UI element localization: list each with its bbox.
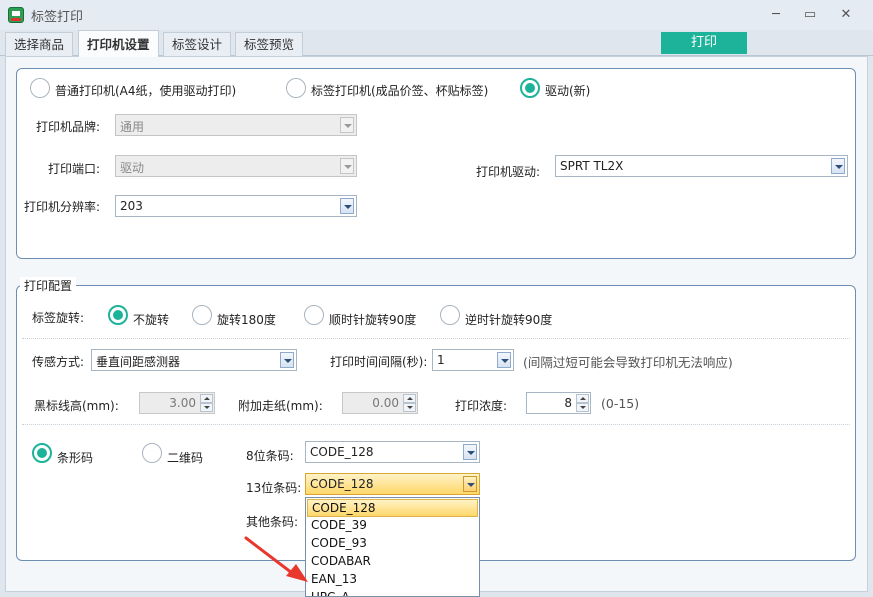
- printer-resolution-select[interactable]: 203: [115, 195, 357, 217]
- tab-label-design[interactable]: 标签设计: [163, 32, 232, 56]
- feed-value: 0.00: [372, 396, 399, 410]
- code13-label: 13位条码:: [246, 481, 302, 495]
- sensor-value: 垂直间距感测器: [96, 355, 181, 369]
- sensor-label: 传感方式:: [32, 355, 85, 369]
- sensor-select[interactable]: 垂直间距感测器: [91, 349, 297, 371]
- radio-driver-new[interactable]: [520, 78, 540, 98]
- chevron-down-icon: [497, 352, 511, 368]
- printer-brand-value: 通用: [120, 120, 145, 134]
- spin-down-icon[interactable]: [200, 403, 213, 412]
- print-config-legend: 打印配置: [20, 277, 77, 294]
- radio-rotate-cw90-label: 顺时针旋转90度: [329, 313, 417, 327]
- spin-up-icon[interactable]: [403, 394, 416, 403]
- radio-rotate-ccw90[interactable]: [440, 305, 460, 325]
- radio-rotate-180[interactable]: [192, 305, 212, 325]
- interval-value: 1: [437, 353, 445, 367]
- minimize-button[interactable]: ─: [764, 6, 788, 24]
- radio-driver-new-label: 驱动(新): [545, 84, 591, 98]
- spin-down-icon[interactable]: [576, 403, 589, 412]
- code13-value: CODE_128: [310, 477, 374, 491]
- radio-rotate-180-label: 旋转180度: [217, 313, 276, 327]
- printer-port-label: 打印端口:: [48, 162, 101, 176]
- divider: [22, 424, 850, 425]
- blackmark-value: 3.00: [169, 396, 196, 410]
- tab-printer-settings[interactable]: 打印机设置: [78, 30, 159, 57]
- app-icon: [8, 7, 24, 23]
- spin-up-icon[interactable]: [200, 394, 213, 403]
- close-button[interactable]: ✕: [834, 6, 858, 24]
- spin-up-icon[interactable]: [576, 394, 589, 403]
- chevron-down-icon: [280, 352, 294, 368]
- density-label: 打印浓度:: [455, 399, 508, 413]
- radio-rotate-none[interactable]: [108, 305, 128, 325]
- blackmark-spinner[interactable]: 3.00: [139, 392, 215, 414]
- printer-brand-label: 打印机品牌:: [36, 120, 101, 134]
- radio-normal-printer[interactable]: [30, 78, 50, 98]
- code8-value: CODE_128: [310, 445, 374, 459]
- tab-label-preview[interactable]: 标签预览: [235, 32, 304, 56]
- interval-label: 打印时间间隔(秒):: [330, 355, 428, 369]
- radio-label-printer-label: 标签打印机(成品价签、杯贴标签): [311, 84, 489, 98]
- annotation-arrow-icon: [244, 536, 308, 582]
- feed-label: 附加走纸(mm):: [238, 399, 323, 413]
- interval-select[interactable]: 1: [432, 349, 514, 371]
- code13-dropdown-list[interactable]: CODE_128 CODE_39 CODE_93 CODABAR EAN_13 …: [305, 497, 480, 597]
- code8-select[interactable]: CODE_128: [305, 441, 480, 463]
- printer-port-value: 驱动: [120, 161, 145, 175]
- printer-resolution-label: 打印机分辨率:: [24, 200, 101, 214]
- radio-barcode[interactable]: [32, 443, 52, 463]
- code13-select[interactable]: CODE_128: [305, 473, 480, 495]
- radio-qrcode-label: 二维码: [167, 451, 204, 465]
- window-title: 标签打印: [31, 10, 84, 25]
- title-bar: [0, 0, 873, 30]
- print-button[interactable]: 打印: [661, 32, 747, 54]
- tab-select-products[interactable]: 选择商品: [5, 32, 74, 56]
- density-value: 8: [564, 396, 572, 410]
- chevron-down-icon: [340, 198, 354, 214]
- radio-rotate-cw90[interactable]: [304, 305, 324, 325]
- dropdown-option[interactable]: UPC_A: [307, 589, 478, 596]
- radio-rotate-none-label: 不旋转: [133, 313, 170, 327]
- printer-port-select[interactable]: 驱动: [115, 155, 357, 177]
- printer-driver-select[interactable]: SPRT TL2X: [555, 155, 848, 177]
- spin-down-icon[interactable]: [403, 403, 416, 412]
- printer-driver-label: 打印机驱动:: [476, 165, 541, 179]
- radio-qrcode[interactable]: [142, 443, 162, 463]
- radio-barcode-label: 条形码: [57, 451, 94, 465]
- maximize-button[interactable]: ▭: [798, 6, 822, 24]
- density-hint: (0-15): [601, 396, 640, 411]
- other-code-label: 其他条码:: [246, 515, 299, 529]
- printer-brand-select[interactable]: 通用: [115, 114, 357, 136]
- dropdown-option[interactable]: CODE_93: [307, 535, 478, 553]
- dropdown-option[interactable]: EAN_13: [307, 571, 478, 589]
- rotation-label: 标签旋转:: [32, 311, 85, 325]
- chevron-down-icon: [340, 158, 354, 174]
- density-spinner[interactable]: 8: [526, 392, 591, 414]
- radio-rotate-ccw90-label: 逆时针旋转90度: [465, 313, 553, 327]
- chevron-down-icon: [463, 444, 477, 460]
- radio-label-printer[interactable]: [286, 78, 306, 98]
- chevron-down-icon: [831, 158, 845, 174]
- divider: [22, 338, 850, 339]
- chevron-down-icon: [340, 117, 354, 133]
- interval-hint: (间隔过短可能会导致打印机无法响应): [523, 355, 733, 370]
- dropdown-option[interactable]: CODABAR: [307, 553, 478, 571]
- chevron-down-icon: [463, 476, 477, 492]
- blackmark-label: 黑标线高(mm):: [34, 399, 119, 413]
- radio-normal-printer-label: 普通打印机(A4纸，使用驱动打印): [55, 84, 237, 98]
- printer-resolution-value: 203: [120, 199, 143, 213]
- dropdown-option[interactable]: CODE_128: [307, 499, 478, 517]
- printer-driver-value: SPRT TL2X: [560, 159, 624, 173]
- feed-spinner[interactable]: 0.00: [342, 392, 418, 414]
- code8-label: 8位条码:: [246, 449, 294, 463]
- dropdown-option[interactable]: CODE_39: [307, 517, 478, 535]
